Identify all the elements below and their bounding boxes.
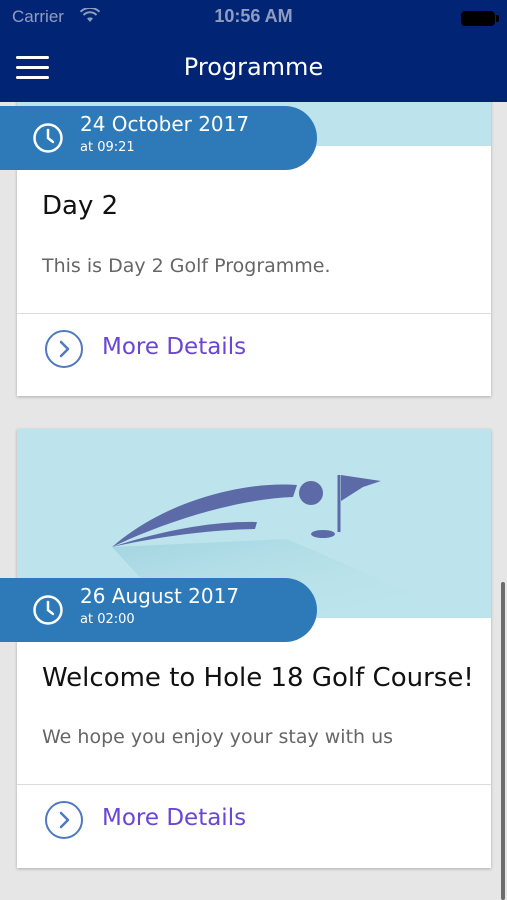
event-date-badge: 24 October 2017 at 09:21 [0, 106, 317, 170]
event-description: We hope you enjoy your stay with us [42, 726, 394, 748]
battery-icon [461, 11, 499, 26]
event-time: at 09:21 [80, 140, 135, 155]
chevron-right-icon [45, 801, 83, 839]
more-details-link[interactable]: More Details [45, 801, 275, 845]
event-card[interactable]: Welcome to Hole 18 Golf Course! We hope … [17, 429, 491, 868]
status-bar: Carrier 10:56 AM [0, 0, 507, 36]
more-details-label: More Details [102, 805, 247, 831]
more-details-label: More Details [102, 334, 247, 360]
event-date: 24 October 2017 [80, 112, 250, 136]
event-time: at 02:00 [80, 612, 135, 627]
scrollbar[interactable] [501, 582, 505, 900]
page-title: Programme [183, 53, 324, 81]
app-header: Carrier 10:56 AM Programme [0, 0, 507, 102]
more-details-link[interactable]: More Details [45, 330, 275, 374]
event-date-badge: 26 August 2017 at 02:00 [0, 578, 317, 642]
nav-bar: Programme [0, 36, 507, 102]
divider [17, 313, 491, 314]
clock-icon [33, 595, 63, 625]
event-date: 26 August 2017 [80, 584, 240, 608]
status-time: 10:56 AM [214, 6, 293, 26]
clock-icon [33, 123, 63, 153]
divider [17, 784, 491, 785]
event-title: Welcome to Hole 18 Golf Course! [42, 663, 474, 693]
event-title: Day 2 [42, 191, 119, 221]
event-description: This is Day 2 Golf Programme. [42, 255, 331, 277]
chevron-right-icon [45, 330, 83, 368]
